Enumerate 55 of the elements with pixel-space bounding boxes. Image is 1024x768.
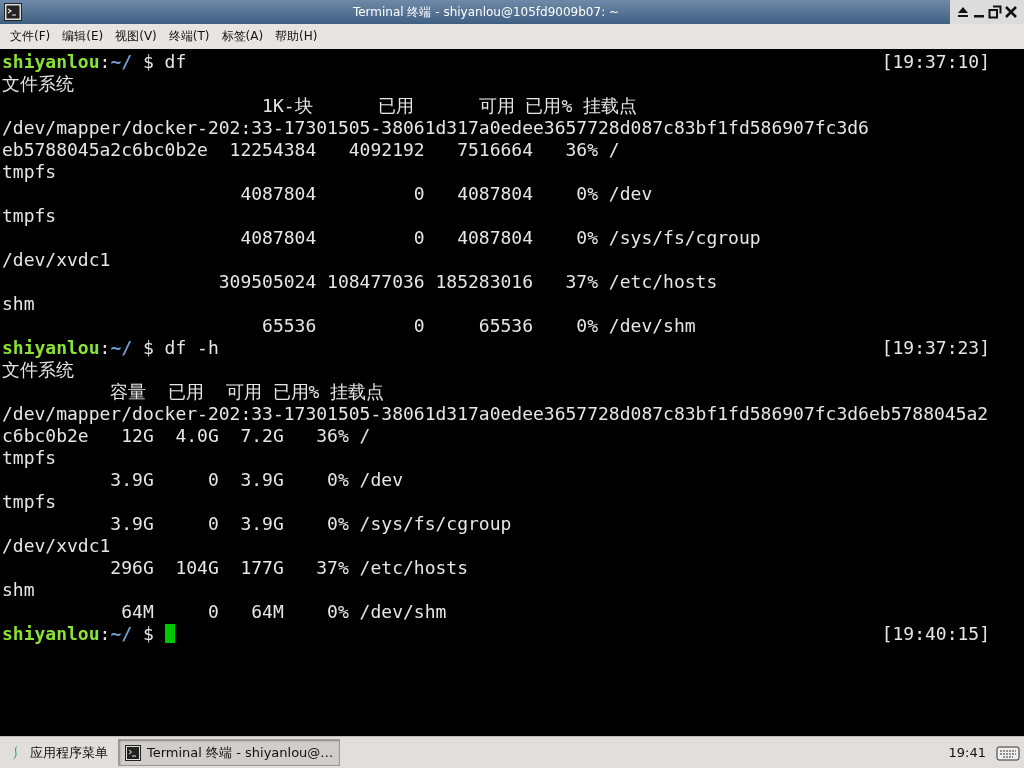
terminal-output-line: /dev/mapper/docker-202:33-17301505-38061d317a0edee3657728d087c83bf1fd586907fc3d6 xyxy=(2,117,869,139)
keyboard-icon[interactable] xyxy=(996,743,1020,762)
terminal-output-line: /dev/mapper/docker-202:33-17301505-38061d317a0edee3657728d087c83bf1fd586907fc3d6eb5788045a2 xyxy=(2,403,989,425)
terminal-output-line: 4087804 0 4087804 0% /dev xyxy=(239,183,653,205)
terminal-output-line: 3.9G 0 3.9G 0% /dev xyxy=(109,469,403,491)
prompt-user: shiyanlou xyxy=(2,51,100,72)
terminal-output-line: tmpfs xyxy=(2,491,57,513)
terminal-output-line: eb5788045a2c6bc0b2e 12254384 4092192 7516664 36% / xyxy=(2,139,620,161)
menu-item[interactable]: 视图(V) xyxy=(109,26,163,47)
prompt-separator: : xyxy=(99,623,111,644)
terminal-output-line: shm xyxy=(2,579,35,601)
menu-item[interactable]: 标签(A) xyxy=(215,26,270,47)
terminal-output-line: 4087804 0 4087804 0% /sys/fs/cgroup xyxy=(239,227,761,249)
prompt-user: shiyanlou xyxy=(2,337,100,358)
terminal-output-line: 64M 0 64M 0% /dev/shm xyxy=(120,601,447,623)
taskbar-window-button[interactable]: Terminal 终端 - shiyanlou@… xyxy=(118,739,341,766)
terminal-output-line: tmpfs xyxy=(2,161,57,183)
close-icon[interactable] xyxy=(1004,5,1018,19)
restore-icon[interactable] xyxy=(988,5,1002,19)
timestamp: [19:40:15] xyxy=(881,623,990,645)
terminal-icon xyxy=(125,744,141,761)
prompt-command: $ xyxy=(141,623,155,644)
terminal-icon[interactable] xyxy=(4,3,22,21)
terminal-output-line: 容量 已用 可用 已用% 挂载点 xyxy=(109,381,385,403)
prompt-command: $ df xyxy=(141,51,187,72)
prompt-path: ~/ xyxy=(110,337,133,358)
prompt-path: ~/ xyxy=(110,51,133,72)
app-menu-button[interactable]: 应用程序菜单 xyxy=(4,741,114,764)
terminal-output-line: /dev/xvdc1 xyxy=(2,249,111,271)
timestamp: [19:37:23] xyxy=(881,337,990,359)
eject-icon[interactable] xyxy=(956,5,970,19)
terminal-output-line: 296G 104G 177G 37% /etc/hosts xyxy=(109,557,468,579)
terminal-output-line: 1K-块 已用 可用 已用% 挂载点 xyxy=(261,95,638,117)
terminal-output-line: tmpfs xyxy=(2,447,57,469)
terminal-output-line: 65536 0 65536 0% /dev/shm xyxy=(261,315,696,337)
window-title: Terminal 终端 - shiyanlou@105fd9009b07: ~ xyxy=(351,3,621,21)
terminal-output-line: /dev/xvdc1 xyxy=(2,535,111,557)
terminal-output-line: 文件系统 xyxy=(2,73,74,95)
terminal-output-line: 3.9G 0 3.9G 0% /sys/fs/cgroup xyxy=(109,513,512,535)
clock: 19:41 xyxy=(948,745,986,760)
prompt-path: ~/ xyxy=(110,623,133,644)
menu-item[interactable]: 终端(T) xyxy=(162,26,216,47)
prompt-separator: : xyxy=(99,337,111,358)
prompt-separator: : xyxy=(99,51,111,72)
menu-item[interactable]: 帮助(H) xyxy=(269,26,324,47)
menu-item[interactable]: 文件(F) xyxy=(4,26,57,47)
timestamp: [19:37:10] xyxy=(881,51,990,73)
prompt-command: $ df -h xyxy=(141,337,219,358)
terminal-output-line: 文件系统 xyxy=(2,359,74,381)
prompt-user: shiyanlou xyxy=(2,623,100,644)
terminal-output-line: shm xyxy=(2,293,35,315)
menu-item[interactable]: 编辑(E) xyxy=(56,26,110,47)
terminal-output-line: tmpfs xyxy=(2,205,57,227)
terminal-output-line: c6bc0b2e 12G 4.0G 7.2G 36% / xyxy=(2,425,371,447)
terminal-output-line: 309505024 108477036 185283016 37% /etc/hosts xyxy=(217,271,718,293)
